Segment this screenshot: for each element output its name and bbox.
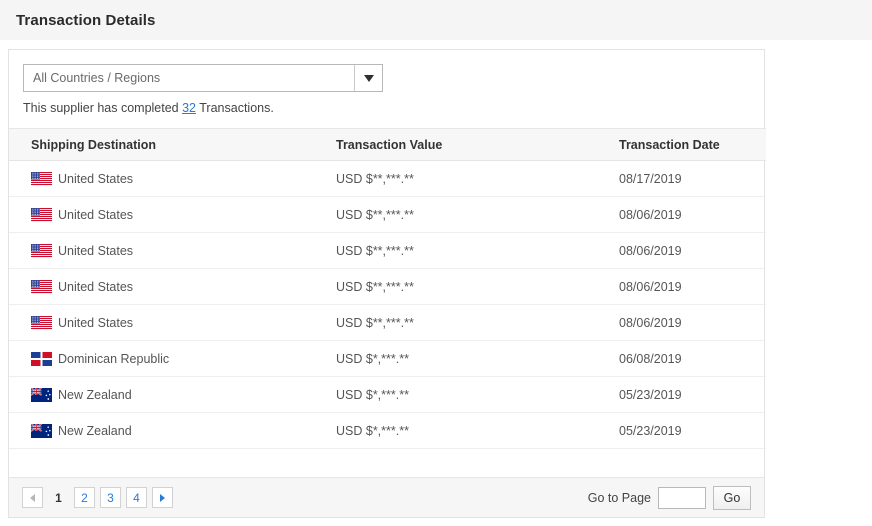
column-header-transaction-date: Transaction Date xyxy=(597,128,766,161)
country-region-select[interactable]: All Countries / Regions xyxy=(23,64,383,92)
table-row: New Zealand USD $*,***.** 05/23/2019 xyxy=(9,376,766,413)
transaction-count-link[interactable]: 32 xyxy=(182,101,196,115)
do-flag-icon xyxy=(31,351,52,366)
chevron-down-icon xyxy=(363,74,374,82)
transaction-value-label: USD $**,***.** xyxy=(336,315,414,330)
transaction-date-label: 08/06/2019 xyxy=(619,243,682,258)
column-header-shipping-destination: Shipping Destination xyxy=(9,128,314,161)
nz-flag-icon xyxy=(31,423,52,438)
transaction-date-label: 08/17/2019 xyxy=(619,171,682,186)
cell-shipping-destination: New Zealand xyxy=(9,376,314,413)
cell-transaction-value: USD $**,***.** xyxy=(314,160,597,197)
transaction-value-label: USD $*,***.** xyxy=(336,387,409,402)
transaction-value-label: USD $*,***.** xyxy=(336,351,409,366)
cell-transaction-value: USD $*,***.** xyxy=(314,340,597,377)
us-flag-icon xyxy=(31,243,52,258)
transaction-value-label: USD $**,***.** xyxy=(336,207,414,222)
transaction-value-label: USD $*,***.** xyxy=(336,423,409,438)
transaction-date-label: 05/23/2019 xyxy=(619,423,682,438)
table-row: United States USD $**,***.** 08/06/2019 xyxy=(9,268,766,305)
table-row: New Zealand USD $*,***.** 05/23/2019 xyxy=(9,412,766,449)
cell-transaction-value: USD $**,***.** xyxy=(314,268,597,305)
cell-shipping-destination: United States xyxy=(9,196,314,233)
cell-shipping-destination: Dominican Republic xyxy=(9,340,314,377)
destination-label: United States xyxy=(58,243,134,258)
cell-transaction-value: USD $*,***.** xyxy=(314,376,597,413)
cell-shipping-destination: New Zealand xyxy=(9,412,314,449)
destination-label: United States xyxy=(58,279,134,294)
cell-transaction-date: 08/06/2019 xyxy=(597,304,766,341)
cell-transaction-value: USD $*,***.** xyxy=(314,412,597,449)
pagination-page-1: 1 xyxy=(55,490,62,505)
destination-label: New Zealand xyxy=(58,423,132,438)
cell-transaction-value: USD $**,***.** xyxy=(314,304,597,341)
us-flag-icon xyxy=(31,315,52,330)
pagination-next-button[interactable] xyxy=(152,487,173,508)
destination-label: Dominican Republic xyxy=(58,351,170,366)
summary-suffix: Transactions. xyxy=(196,101,274,115)
transaction-date-label: 05/23/2019 xyxy=(619,387,682,402)
page-title: Transaction Details xyxy=(16,11,156,29)
caret-right-icon xyxy=(160,493,165,502)
table-row: United States USD $**,***.** 08/06/2019 xyxy=(9,304,766,341)
page-title-bar: Transaction Details xyxy=(0,0,872,40)
transaction-date-label: 06/08/2019 xyxy=(619,351,682,366)
cell-shipping-destination: United States xyxy=(9,232,314,269)
column-header-transaction-value: Transaction Value xyxy=(314,128,597,161)
country-region-select-value: All Countries / Regions xyxy=(33,71,161,85)
transaction-value-label: USD $**,***.** xyxy=(336,171,414,186)
goto-page-group: Go to Page Go xyxy=(587,485,751,510)
cell-transaction-date: 08/06/2019 xyxy=(597,268,766,305)
cell-transaction-value: USD $**,***.** xyxy=(314,196,597,233)
cell-transaction-date: 06/08/2019 xyxy=(597,340,766,377)
goto-page-label: Go to Page xyxy=(587,490,651,505)
table-header-row: Shipping Destination Transaction Value T… xyxy=(9,128,766,161)
transaction-value-label: USD $**,***.** xyxy=(336,279,414,294)
cell-transaction-date: 05/23/2019 xyxy=(597,376,766,413)
pagination-prev-button[interactable] xyxy=(22,487,43,508)
go-button[interactable]: Go xyxy=(713,485,751,510)
transaction-date-label: 08/06/2019 xyxy=(619,315,682,330)
cell-transaction-date: 05/23/2019 xyxy=(597,412,766,449)
us-flag-icon xyxy=(31,207,52,222)
destination-label: New Zealand xyxy=(58,387,132,402)
us-flag-icon xyxy=(31,279,52,294)
cell-shipping-destination: United States xyxy=(9,304,314,341)
pagination-page-3[interactable]: 3 xyxy=(100,487,121,508)
caret-left-icon xyxy=(30,493,35,502)
table-row: United States USD $**,***.** 08/06/2019 xyxy=(9,232,766,269)
table-header: Shipping Destination Transaction Value T… xyxy=(9,128,766,161)
transaction-details-card: All Countries / Regions This supplier ha… xyxy=(8,49,766,518)
table-row: United States USD $**,***.** 08/06/2019 xyxy=(9,196,766,233)
transactions-table: Shipping Destination Transaction Value T… xyxy=(9,128,766,449)
summary-prefix: This supplier has completed xyxy=(23,101,183,115)
cell-transaction-value: USD $**,***.** xyxy=(314,232,597,269)
pagination-page-4[interactable]: 4 xyxy=(126,487,147,508)
destination-label: United States xyxy=(58,207,134,222)
table-row: Dominican Republic USD $*,***.** 06/08/201… xyxy=(9,340,766,377)
table-row: United States USD $**,***.** 08/17/2019 xyxy=(9,160,766,197)
destination-label: United States xyxy=(58,171,134,186)
transaction-date-label: 08/06/2019 xyxy=(619,207,682,222)
country-region-select-button[interactable] xyxy=(354,65,382,91)
transaction-summary: This supplier has completed 32 Transacti… xyxy=(23,101,764,115)
cell-transaction-date: 08/06/2019 xyxy=(597,196,766,233)
transaction-date-label: 08/06/2019 xyxy=(619,279,682,294)
cell-shipping-destination: United States xyxy=(9,160,314,197)
transaction-value-label: USD $**,***.** xyxy=(336,243,414,258)
cell-transaction-date: 08/06/2019 xyxy=(597,232,766,269)
filter-area: All Countries / Regions This supplier ha… xyxy=(9,50,764,115)
destination-label: United States xyxy=(58,315,134,330)
pagination: 1234 xyxy=(22,487,173,508)
us-flag-icon xyxy=(31,171,52,186)
cell-shipping-destination: United States xyxy=(9,268,314,305)
goto-page-input[interactable] xyxy=(658,486,706,509)
table-footer: 1234 Go to Page Go xyxy=(9,477,764,517)
cell-transaction-date: 08/17/2019 xyxy=(597,160,766,197)
table-body: United States USD $**,***.** 08/17/2019 Uni… xyxy=(9,160,766,449)
nz-flag-icon xyxy=(31,387,52,402)
pagination-page-2[interactable]: 2 xyxy=(74,487,95,508)
